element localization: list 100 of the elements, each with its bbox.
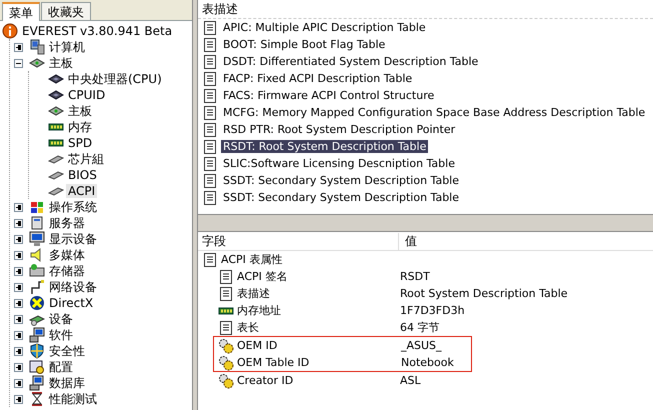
document-icon [218,320,234,336]
document-icon [202,70,218,86]
document-icon [202,190,218,206]
tree-item[interactable]: 计算机 [47,38,87,56]
software-icon [29,327,45,343]
document-icon [218,286,234,302]
document-icon [202,54,218,70]
expand-toggle[interactable] [14,234,23,244]
tree-item[interactable]: CPUID [66,88,108,102]
document-icon [202,172,218,188]
drive-icon [29,263,45,279]
expand-toggle[interactable] [14,346,23,356]
tree-item[interactable]: 性能测试 [47,390,99,408]
tree-item[interactable]: 数据库 [47,374,87,392]
gears-icon [218,372,234,388]
window-icon [29,199,45,215]
monitor-icon [29,231,45,247]
field-value: Root System Description Table [399,287,568,300]
table-list-item[interactable]: SSDT: Secondary System Description Table [221,191,462,204]
column-header: 字段 [198,232,399,250]
tree-item[interactable]: 主板 [66,102,94,120]
shield-icon [29,343,45,359]
table-list-item[interactable]: APIC: Multiple APIC Description Table [221,21,428,34]
field-name: OEM ID [237,339,278,352]
tree-item[interactable]: 芯片組 [66,150,106,168]
expand-toggle[interactable] [14,314,23,324]
document-icon [202,252,218,268]
tree-item[interactable]: 存储器 [47,262,87,280]
expand-toggle[interactable] [14,330,23,340]
tab[interactable]: 收藏夹 [41,2,91,20]
tab[interactable]: 菜单 [2,2,40,21]
table-list-item[interactable]: SLIC:Software Licensing Descniption Table [221,157,457,170]
field-name: 内存地址 [237,303,281,318]
field-name: OEM Table ID [237,356,310,369]
document-icon [202,88,218,104]
field-value: ASL [399,374,421,387]
tree-item[interactable]: 配置 [47,358,75,376]
tree-item[interactable]: BIOS [66,168,99,182]
column-header: 值 [404,232,417,250]
field-value: 1F7D3FD3h [399,304,465,317]
field-name: 表描述 [237,286,270,301]
expand-toggle[interactable] [14,42,23,52]
document-icon [202,138,218,154]
document-icon [218,268,234,284]
tree-item[interactable]: DirectX [47,296,96,310]
expand-toggle[interactable] [14,362,23,372]
field-value: Notebook [400,356,454,369]
tree-item[interactable]: 安全性 [47,342,87,360]
tree-item[interactable]: SPD [66,136,94,150]
database-icon [29,375,45,391]
tree-item[interactable]: 网络设备 [47,278,99,296]
table-list-item[interactable]: FACS: Firmware ACPI Control Structure [221,89,436,102]
tree-item[interactable]: 内存 [66,118,94,136]
table-list-item[interactable]: DSDT: Differentiated System Description Table [221,55,480,68]
document-icon [202,36,218,52]
hourglass-icon [29,391,45,407]
field-value: RSDT [399,270,430,283]
table-list-item[interactable]: MCFG: Memory Mapped Configuration Space Base Address Description Table [221,106,648,119]
table-list-item[interactable]: FACP: Fixed ACPI Description Table [221,72,414,85]
expand-toggle[interactable] [14,394,23,404]
settings-icon [29,359,45,375]
network-icon [29,279,45,295]
document-icon [202,122,218,138]
document-icon [202,20,218,36]
tree-item[interactable]: 主板 [47,54,75,72]
table-list-item[interactable]: BOOT: Simple Boot Flag Table [221,38,388,51]
gears-icon [218,354,234,370]
expand-toggle[interactable] [14,282,23,292]
tree-item[interactable]: 中央处理器(CPU) [66,70,164,88]
tree-item[interactable]: 操作系统 [47,198,99,216]
column-header: 表描述 [202,0,238,18]
tree-item[interactable]: ACPI [66,184,98,198]
expand-toggle[interactable] [14,58,23,68]
tree-item[interactable]: 设备 [47,310,75,328]
tree-item[interactable]: 多媒体 [47,246,87,264]
table-list-item[interactable]: RSD PTR: Root System Description Pointer [221,123,458,136]
directx-icon [29,295,45,311]
expand-toggle[interactable] [14,202,23,212]
expand-toggle[interactable] [14,218,23,228]
field-value: _ASUS_ [400,339,442,352]
document-icon [202,156,218,172]
expand-toggle[interactable] [14,378,23,388]
gears-icon [218,338,234,354]
table-list-item[interactable]: RSDT: Root System Description Table [221,140,428,153]
tree-item[interactable]: 软件 [47,326,75,344]
computer-icon [29,39,45,55]
field-name: Creator ID [237,374,294,387]
document-icon [202,104,218,120]
table-list-item[interactable]: SSDT: Secondary System Description Table [221,174,462,187]
expand-toggle[interactable] [14,250,23,260]
server-icon [29,215,45,231]
field-name: 表长 [237,320,259,335]
tree-item[interactable]: 显示设备 [47,230,99,248]
tree-item[interactable]: 服务器 [47,214,87,232]
group-name: ACPI 表属性 [221,252,282,267]
expand-toggle[interactable] [14,298,23,308]
field-name: ACPI 签名 [237,269,288,284]
expand-toggle[interactable] [14,266,23,276]
field-value: 64 字节 [399,320,440,335]
tree-item[interactable]: EVEREST v3.80.941 Beta [20,24,174,38]
